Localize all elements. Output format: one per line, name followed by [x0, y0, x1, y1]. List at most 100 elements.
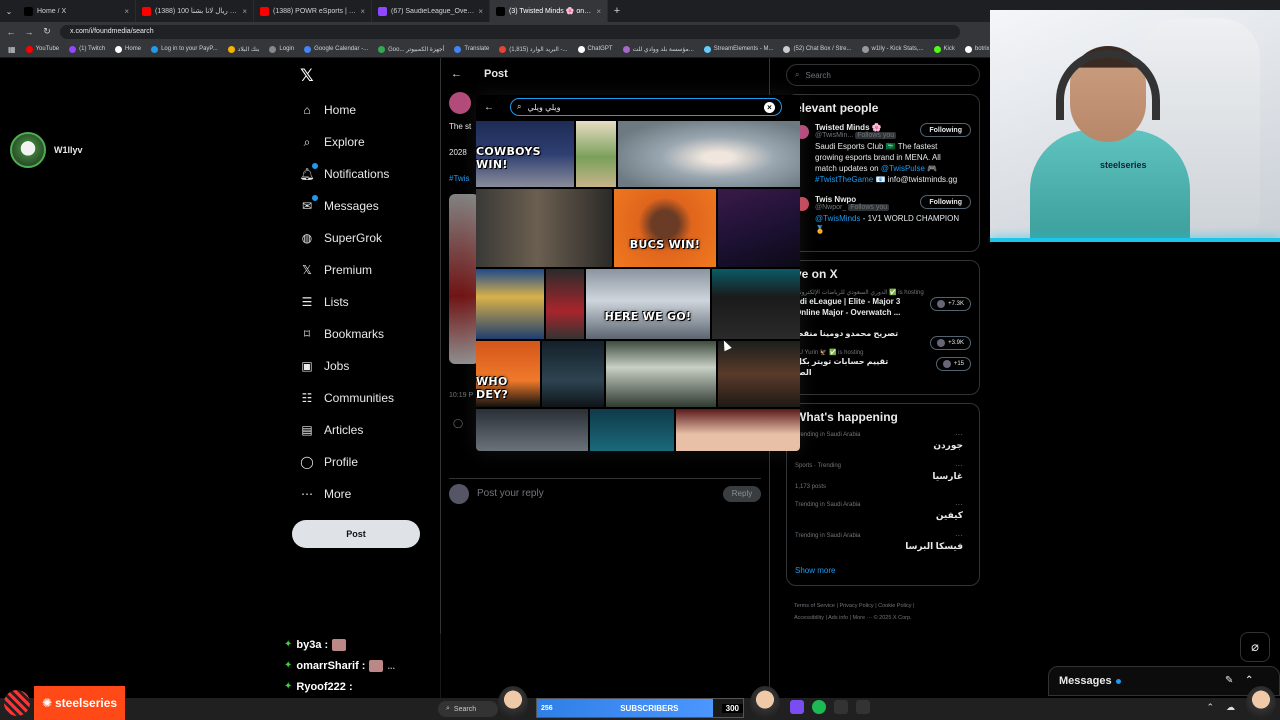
nav-item-explore[interactable]: ⌕ Explore	[292, 126, 432, 158]
browser-tab[interactable]: Home / X ×	[18, 0, 136, 22]
avatar[interactable]	[449, 92, 471, 114]
gif-tile[interactable]: BUCS WIN!	[614, 189, 716, 267]
person-item[interactable]: Twis Nwpo @Nwpor_ Follows you @TwisMinds…	[795, 195, 971, 235]
url-field[interactable]: x.com/i/foundmedia/search	[60, 24, 960, 39]
more-options-icon[interactable]: ···	[955, 531, 963, 540]
reload-icon[interactable]: ↻	[42, 26, 52, 37]
following-button[interactable]: Following	[920, 195, 971, 209]
chevron-up-icon[interactable]: ⌃	[1206, 702, 1214, 713]
bookmark-item[interactable]: (1,815) البريد الوارد -...	[499, 45, 568, 53]
gif-search-query[interactable]: ويلي ويلي	[527, 103, 758, 112]
browser-tab[interactable]: (67) SaudieLeague_Overwatch×	[372, 0, 490, 22]
trend-item[interactable]: Sports · Trending غارسيا 1,173 posts ···	[795, 461, 971, 490]
bookmark-item[interactable]: Translate	[454, 45, 489, 53]
person-item[interactable]: Twisted Minds 🌸 @TwisMin... Follows you …	[795, 123, 971, 185]
bio-hashtag-link[interactable]: #TwistTheGame	[815, 175, 873, 184]
gif-tile[interactable]	[618, 121, 800, 187]
back-arrow-icon[interactable]: ←	[6, 27, 16, 37]
bookmark-item[interactable]: (52) Chat Box / Stre...	[783, 45, 852, 53]
forward-arrow-icon[interactable]: →	[24, 27, 34, 37]
bookmark-item[interactable]: botrix	[964, 45, 990, 53]
gif-tile[interactable]	[712, 269, 800, 339]
gif-tile[interactable]	[542, 341, 604, 407]
bookmark-item[interactable]: مؤسسة بلد ووادي للت...	[622, 45, 694, 53]
x-logo-icon[interactable]: 𝕏	[300, 66, 432, 94]
nav-item-communities[interactable]: ☷ Communities	[292, 382, 432, 414]
back-arrow-icon[interactable]: ←	[484, 102, 494, 113]
gif-tile[interactable]	[576, 121, 616, 187]
bookmark-item[interactable]: بنك البلاد	[227, 45, 259, 53]
app-icon[interactable]	[856, 700, 870, 714]
nav-item-profile[interactable]: ◯ Profile	[292, 446, 432, 478]
taskbar-search[interactable]: ⌕ Search	[438, 701, 498, 717]
nav-item-messages[interactable]: ✉ Messages	[292, 190, 432, 222]
back-arrow-icon[interactable]: ←	[451, 68, 462, 80]
grok-icon[interactable]: ⌀	[1240, 632, 1270, 662]
gif-tile[interactable]: HERE WE GO!	[586, 269, 710, 339]
nav-item-home[interactable]: ⌂ Home	[292, 94, 432, 126]
chevron-up-icon[interactable]: ⌃	[1245, 675, 1253, 686]
gif-tile[interactable]	[476, 409, 588, 451]
gif-tile[interactable]: COWBOYS WIN!	[476, 121, 574, 187]
bookmark-item[interactable]: ChatGPT	[577, 45, 613, 53]
close-icon[interactable]: ×	[596, 7, 601, 16]
show-more-link[interactable]: Show more	[795, 564, 971, 579]
gif-tile[interactable]	[476, 269, 544, 339]
nav-item-more[interactable]: ⋯ More	[292, 478, 432, 510]
gif-tile[interactable]	[606, 341, 716, 407]
nav-item-articles[interactable]: ▤ Articles	[292, 414, 432, 446]
compose-message-icon[interactable]: ✎	[1225, 675, 1233, 686]
cloud-icon[interactable]: ☁	[1226, 702, 1235, 713]
bookmark-item[interactable]: Login	[269, 45, 294, 53]
nav-item-notifications[interactable]: 🔔︎ Notifications	[292, 158, 432, 190]
search-input[interactable]: ⌕ Search	[786, 64, 980, 86]
nav-item-premium[interactable]: 𝕏 Premium	[292, 254, 432, 286]
bookmark-item[interactable]: w1lly - Kick Stats,...	[861, 45, 924, 53]
nav-item-bookmarks[interactable]: ⌑ Bookmarks	[292, 318, 432, 350]
post-media[interactable]	[449, 194, 479, 364]
gif-tile[interactable]	[590, 409, 674, 451]
more-options-icon[interactable]: ···	[955, 500, 963, 509]
close-icon[interactable]: ×	[242, 7, 247, 16]
live-space-item[interactable]: TU Yurin 🦅 ✅ is hosting تقييم حسابات تويت…	[795, 349, 971, 378]
close-icon[interactable]: ×	[478, 7, 483, 16]
trend-item[interactable]: Trending in Saudi Arabia فيسكا البرسا ···	[795, 531, 971, 552]
browser-tab[interactable]: (1388) POWR eSports | بلود - Yo ×	[254, 0, 372, 22]
trend-item[interactable]: Trending in Saudi Arabia كيفين ···	[795, 500, 971, 521]
bookmark-item[interactable]: Goo... أجهزة الكمبيوتر	[378, 45, 444, 53]
browser-tab[interactable]: (1388) مليون ريال لانا بشنا 100×	[136, 0, 254, 22]
bookmark-item[interactable]: (1) Twitch	[69, 45, 105, 53]
gif-tile[interactable]	[476, 189, 612, 267]
bookmark-item[interactable]: StreamElements - M...	[703, 45, 773, 53]
nav-item-supergrok[interactable]: ◍ SuperGrok	[292, 222, 432, 254]
footer-line[interactable]: Accessibility | Ads info | More ··· © 20…	[794, 612, 980, 624]
post-button[interactable]: Post	[292, 520, 420, 548]
close-icon[interactable]: ×	[124, 7, 129, 16]
bookmark-item[interactable]: Home	[115, 45, 141, 53]
more-options-icon[interactable]: ···	[955, 461, 963, 470]
gif-tile[interactable]	[718, 341, 800, 407]
discord-icon[interactable]	[790, 700, 804, 714]
post-hashtag[interactable]: #Twis	[449, 174, 469, 183]
more-options-icon[interactable]: ···	[955, 430, 963, 439]
following-button[interactable]: Following	[920, 123, 971, 137]
spotify-icon[interactable]	[812, 700, 826, 714]
gif-tile[interactable]	[718, 189, 800, 267]
trend-item[interactable]: Trending in Saudi Arabia جوردن ···	[795, 430, 971, 451]
reply-button[interactable]: Reply	[723, 485, 761, 502]
clear-search-icon[interactable]: ×	[764, 101, 775, 113]
app-icon[interactable]	[834, 700, 848, 714]
new-tab-button[interactable]: +	[608, 5, 626, 17]
nav-item-lists[interactable]: ☰ Lists	[292, 286, 432, 318]
gif-tile[interactable]	[676, 409, 800, 451]
reply-input[interactable]: Post your reply	[477, 488, 715, 499]
live-space-item[interactable]: تصريح محمدو دومينا منقط +3.9K	[795, 328, 971, 350]
apps-grid-icon[interactable]: ▦	[8, 45, 16, 54]
gif-search-input[interactable]: ⌕ ويلي ويلي ×	[510, 98, 782, 116]
close-icon[interactable]: ×	[360, 7, 365, 16]
nav-item-jobs[interactable]: ▣ Jobs	[292, 350, 432, 382]
bio-mention-link[interactable]: @TwisMinds	[815, 214, 860, 223]
live-space-item[interactable]: الدوري السعودي للرياضات الإلكترونية ✅ is…	[795, 289, 971, 318]
bookmark-item[interactable]: Google Calendar -...	[304, 45, 368, 53]
bookmark-item[interactable]: YouTube	[25, 45, 59, 53]
